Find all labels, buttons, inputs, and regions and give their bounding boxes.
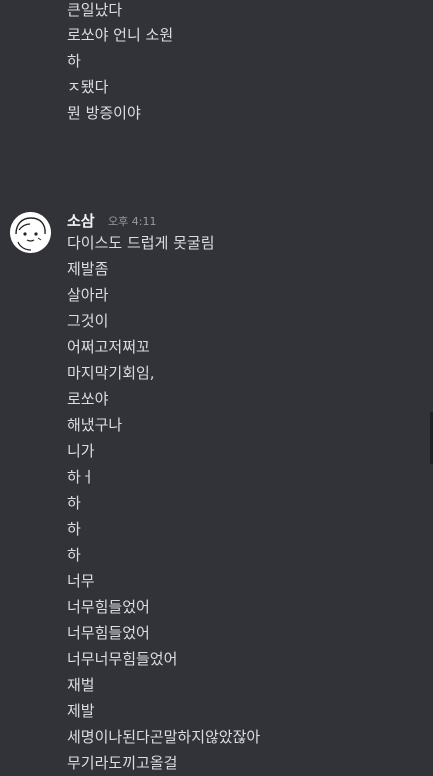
message-text: 다이스도 드럽게 못굴림 (67, 234, 215, 252)
message-text: 마지막기회임, (67, 364, 155, 382)
message-text: 하 (67, 494, 81, 512)
chat-message-list: 큰일났다 로쏘야 언니 소원 하 ㅈ됐다 뭔 방증이야 소삼 오후 4:11 다… (0, 0, 433, 776)
message-text: 너무 (67, 572, 95, 590)
message-text: 하 (67, 52, 81, 70)
message-text: 세명이나된다곤말하지않았잖아 (67, 728, 261, 746)
message-text: ㅈ됐다 (67, 78, 109, 96)
message-text: 재벌 (67, 676, 95, 694)
message-text: 뭔 방증이야 (67, 104, 141, 122)
message-text: 하ㅓ (67, 468, 95, 486)
message-timestamp: 오후 4:11 (108, 215, 157, 228)
message-text: 하 (67, 520, 81, 538)
message-text: 살아라 (67, 286, 109, 304)
message-text: 니가 (67, 442, 95, 460)
message-text: 무기라도끼고올걸 (67, 754, 178, 772)
message-text: 해냈구나 (67, 416, 123, 434)
message-text: 너무너무힘들었어 (67, 650, 178, 668)
message-text: 하 (67, 546, 81, 564)
user-avatar[interactable] (10, 212, 51, 253)
message-text: 어쩌고저쩌꼬 (67, 338, 150, 356)
message-text: 큰일났다 (67, 1, 123, 19)
message-text: 제발좀 (67, 260, 109, 278)
message-text: 로쏘야 언니 소원 (67, 26, 174, 44)
message-text: 로쏘야 (67, 390, 109, 408)
message-text: 그것이 (67, 312, 109, 330)
cartoon-face-avatar-icon (10, 212, 51, 253)
message-author[interactable]: 소삼 (67, 211, 95, 231)
message-text: 너무힘들었어 (67, 598, 150, 616)
message-text: 너무힘들었어 (67, 624, 150, 642)
message-text: 제발 (67, 702, 95, 720)
